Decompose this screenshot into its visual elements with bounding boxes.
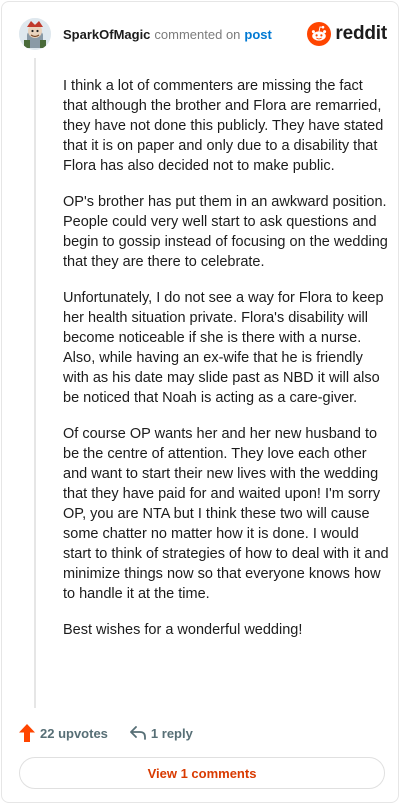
comment-body: I think a lot of commenters are missing …: [63, 76, 389, 656]
comment-paragraph: Best wishes for a wonderful wedding!: [63, 622, 303, 638]
comment-paragraph: Of course OP wants her and her new husba…: [63, 426, 389, 602]
comment-paragraph: Unfortunately, I do not see a way for Fl…: [63, 290, 384, 406]
upvote-button[interactable]: 22 upvotes: [19, 724, 108, 742]
reddit-brand[interactable]: reddit: [307, 22, 387, 46]
avatar-icon[interactable]: [19, 18, 51, 50]
comment-meta: SparkOfMagic commented on post: [63, 27, 272, 43]
reply-count: 1 reply: [150, 725, 193, 741]
brand-wordmark: reddit: [335, 23, 387, 44]
post-link[interactable]: post: [244, 27, 271, 42]
comment-header: SparkOfMagic commented on post reddit: [19, 18, 389, 50]
comment-verb: commented on: [154, 27, 241, 42]
view-comments-button[interactable]: View 1 comments: [19, 757, 385, 789]
upvote-arrow-icon: [19, 724, 35, 742]
comment-card: SparkOfMagic commented on post reddit I th…: [1, 1, 399, 803]
username-link[interactable]: SparkOfMagic: [63, 27, 150, 42]
thread-line[interactable]: [34, 58, 36, 708]
reply-arrow-icon: [130, 726, 146, 740]
reddit-snoo-icon: [307, 22, 332, 46]
comment-actions: 22 upvotes 1 reply: [19, 722, 193, 744]
comment-paragraph: I think a lot of commenters are missing …: [63, 78, 384, 174]
reply-button[interactable]: 1 reply: [130, 726, 193, 741]
comment-paragraph: OP's brother has put them in an awkward …: [63, 194, 388, 270]
upvote-count: 22 upvotes: [40, 725, 108, 741]
